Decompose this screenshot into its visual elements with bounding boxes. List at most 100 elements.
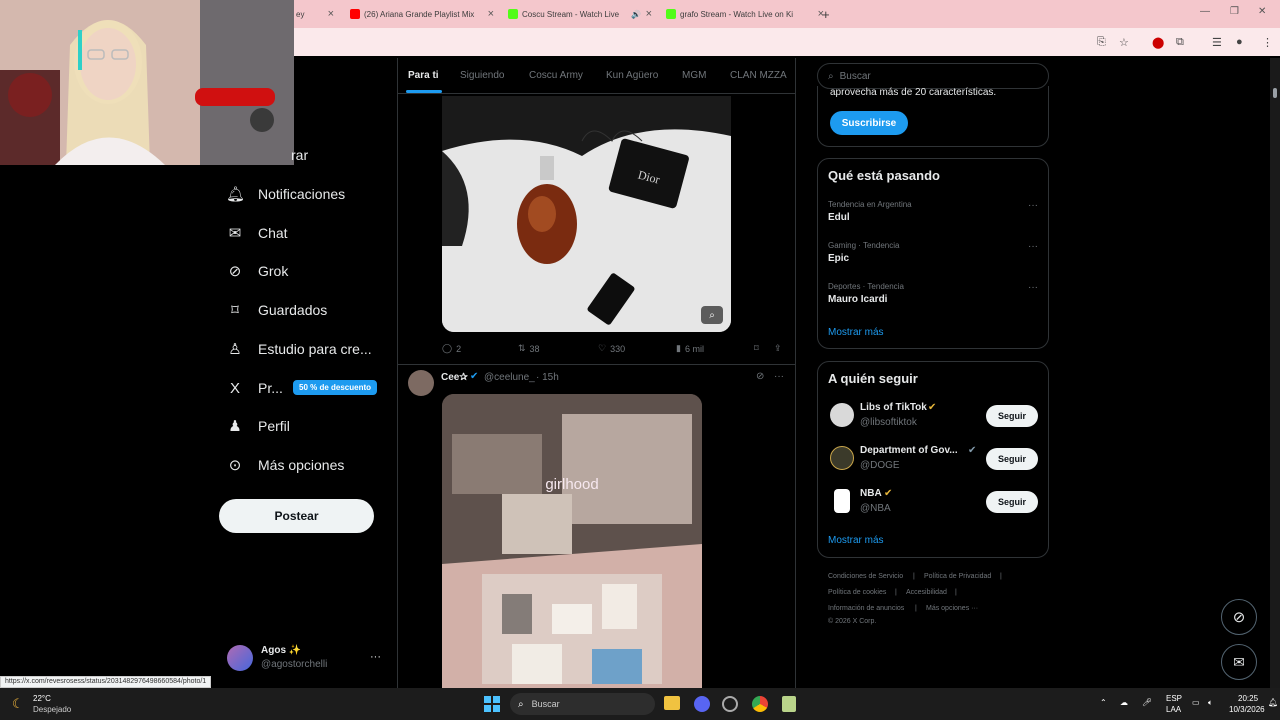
follow-button[interactable]: Seguir [986, 448, 1038, 470]
close-icon[interactable]: × [328, 8, 334, 20]
footer-link[interactable]: Política de Privacidad [924, 573, 991, 580]
notification-icon[interactable]: 🔔︎ [1268, 698, 1278, 707]
share-icon[interactable]: ⇪ [774, 343, 782, 354]
speaker-icon[interactable]: 🔊 [631, 10, 641, 19]
menu-icon[interactable]: ⋮ [1262, 36, 1273, 49]
tab-coscu-army[interactable]: Coscu Army [529, 70, 583, 81]
footer-link[interactable]: Accesibilidad [906, 589, 947, 596]
trend-name[interactable]: Edul [828, 212, 850, 223]
close-icon[interactable]: × [646, 8, 652, 20]
scrollbar-thumb[interactable] [1273, 88, 1277, 98]
tab-mgm[interactable]: MGM [682, 70, 706, 81]
follow-name[interactable]: Department of Gov... [860, 445, 958, 456]
star-icon[interactable]: ☆ [1119, 36, 1129, 49]
nav-estudio[interactable]: ♙ Estudio para cre... [226, 336, 371, 362]
account-more-icon[interactable]: ··· [370, 651, 381, 663]
more-icon[interactable]: ··· [774, 371, 784, 382]
post-author-avatar[interactable] [408, 370, 434, 396]
extensions-icon[interactable]: ⧉ [1176, 36, 1184, 49]
browser-tab[interactable]: Coscu Stream - Watch Live 🔊 × [508, 4, 654, 24]
language-bottom[interactable]: LAA [1166, 705, 1181, 714]
like-action[interactable]: ♡ 330 [598, 343, 625, 354]
nav-perfil[interactable]: ♟ Perfil [226, 413, 290, 439]
browser-tab[interactable]: ey × [296, 4, 336, 24]
post-author-handle[interactable]: @ceelune_ [484, 372, 535, 383]
nav-grok[interactable]: ⊘ Grok [226, 258, 289, 284]
follow-button[interactable]: Seguir [986, 491, 1038, 513]
post-image[interactable]: girlhood [442, 394, 702, 688]
notepad-icon[interactable] [782, 696, 796, 712]
new-tab-button[interactable]: + [822, 4, 836, 24]
follow-name[interactable]: Libs of TikTok [860, 402, 927, 413]
footer-link[interactable]: Condiciones de Servicio [828, 573, 903, 580]
bookmark-icon[interactable]: ⌑ [754, 343, 759, 354]
trend-name[interactable]: Epic [828, 253, 849, 264]
account-avatar[interactable] [227, 645, 253, 671]
follow-button[interactable]: Seguir [986, 405, 1038, 427]
post-button[interactable]: Postear [219, 499, 374, 533]
trend-more-icon[interactable]: ··· [1028, 282, 1038, 293]
cloud-icon[interactable]: ☁ [1120, 698, 1128, 707]
minimize-icon[interactable]: — [1200, 6, 1210, 17]
views-action[interactable]: ▮ 6 mil [676, 343, 704, 354]
weather-icon[interactable]: ☾ [12, 696, 24, 712]
tab-para-ti[interactable]: Para ti [408, 70, 439, 81]
browser-tab[interactable]: grafo Stream - Watch Live on Ki × [666, 4, 826, 24]
clock-time[interactable]: 20:25 [1238, 694, 1258, 703]
follow-name[interactable]: NBA [860, 488, 882, 499]
media-tag-icon[interactable]: ⌕ [701, 306, 723, 324]
subscribe-button[interactable]: Suscribirse [830, 111, 908, 135]
nav-chat[interactable]: ✉ Chat [226, 220, 288, 246]
install-icon[interactable]: ⎘ [1097, 36, 1106, 49]
reply-action[interactable]: ◯ 2 [442, 343, 461, 354]
app-icon[interactable] [722, 696, 738, 712]
chrome-icon[interactable] [752, 696, 768, 712]
avatar[interactable] [830, 446, 854, 470]
browser-tab[interactable]: (26) Ariana Grande Playlist Mix × [350, 4, 496, 24]
media-icon[interactable]: ☰ [1212, 36, 1222, 49]
post-time[interactable]: · 15h [536, 372, 559, 383]
messages-float-icon[interactable]: ✉ [1221, 644, 1257, 680]
nav-premium[interactable]: X Pr... [226, 375, 283, 401]
tab-clan-mzza[interactable]: CLAN MZZA [730, 70, 787, 81]
grok-icon[interactable]: ⊘ [756, 371, 764, 382]
trends-show-more[interactable]: Mostrar más [828, 327, 884, 338]
volume-icon[interactable]: 🔈︎ [1208, 698, 1213, 708]
footer-link[interactable]: Información de anuncios [828, 605, 904, 612]
file-explorer-icon[interactable] [664, 696, 680, 710]
footer-link[interactable]: Más opciones ··· [926, 605, 978, 612]
post-image[interactable]: Dior ⌕ [442, 96, 731, 332]
account-name[interactable]: Agos ✨ [261, 645, 301, 656]
nav-mas-opciones[interactable]: ⊙ Más opciones [226, 452, 345, 478]
restore-icon[interactable]: ❐ [1230, 6, 1239, 17]
display-icon[interactable]: ▭ [1192, 698, 1200, 707]
premium-discount-badge[interactable]: 50 % de descuento [293, 380, 378, 395]
taskbar-search[interactable]: ⌕ Buscar [510, 693, 655, 715]
language-top[interactable]: ESP [1166, 694, 1182, 703]
avatar[interactable] [830, 403, 854, 427]
footer-link[interactable]: Política de cookies [828, 589, 886, 596]
clock-date[interactable]: 10/3/2026 [1229, 705, 1265, 714]
follow-show-more[interactable]: Mostrar más [828, 535, 884, 546]
windows-start-icon[interactable] [484, 696, 500, 712]
trend-more-icon[interactable]: ··· [1028, 200, 1038, 211]
discord-icon[interactable] [694, 696, 710, 712]
nav-notificaciones[interactable]: 🔔︎ Notificaciones [226, 181, 345, 207]
scrollbar[interactable] [1270, 58, 1280, 688]
trend-more-icon[interactable]: ··· [1028, 241, 1038, 252]
trend-name[interactable]: Mauro Icardi [828, 294, 887, 305]
profile-avatar[interactable]: ● [1236, 36, 1243, 48]
grok-float-icon[interactable]: ⊘ [1221, 599, 1257, 635]
nav-partial-label[interactable]: rar [291, 147, 308, 163]
nav-guardados[interactable]: ⌑ Guardados [226, 297, 327, 323]
weather-temp[interactable]: 22°C [33, 694, 51, 703]
repost-action[interactable]: ⇅ 38 [518, 343, 540, 354]
close-icon[interactable]: × [488, 8, 494, 20]
extension-red-icon[interactable]: ⬤ [1152, 36, 1164, 49]
chevron-up-icon[interactable]: ⌃ [1100, 698, 1107, 707]
close-window-icon[interactable]: ✕ [1258, 6, 1266, 17]
avatar[interactable] [834, 489, 850, 513]
tab-siguiendo[interactable]: Siguiendo [460, 70, 504, 81]
tab-kun-aguero[interactable]: Kun Agüero [606, 70, 658, 81]
post-author-name[interactable]: Cee✰ [441, 372, 468, 383]
